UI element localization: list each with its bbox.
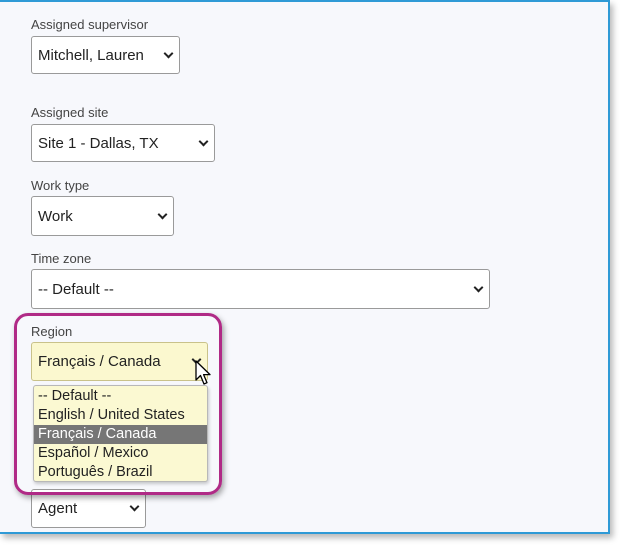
- chevron-down-icon: [157, 209, 168, 219]
- region-highlight-callout: [14, 313, 222, 495]
- time-zone-label: Time zone: [31, 251, 92, 266]
- chevron-down-icon: [129, 501, 140, 512]
- mouse-pointer-icon: [195, 360, 211, 385]
- chevron-down-icon: [198, 136, 209, 146]
- work-type-label: Work type: [31, 178, 90, 193]
- supervisor-label: Assigned supervisor: [31, 17, 149, 32]
- site-select[interactable]: Site 1 - Dallas, TX: [31, 124, 215, 162]
- chevron-down-icon: [473, 282, 484, 292]
- site-label: Assigned site: [31, 105, 109, 120]
- site-value: Site 1 - Dallas, TX: [38, 134, 159, 152]
- supervisor-select[interactable]: Mitchell, Lauren: [31, 36, 180, 74]
- time-zone-value: -- Default --: [38, 280, 114, 298]
- work-type-select[interactable]: Work: [31, 196, 174, 236]
- supervisor-value: Mitchell, Lauren: [38, 46, 144, 64]
- work-type-value: Work: [38, 207, 73, 225]
- role-value: Agent: [38, 500, 78, 517]
- time-zone-select[interactable]: -- Default --: [31, 269, 490, 309]
- chevron-down-icon: [163, 48, 174, 58]
